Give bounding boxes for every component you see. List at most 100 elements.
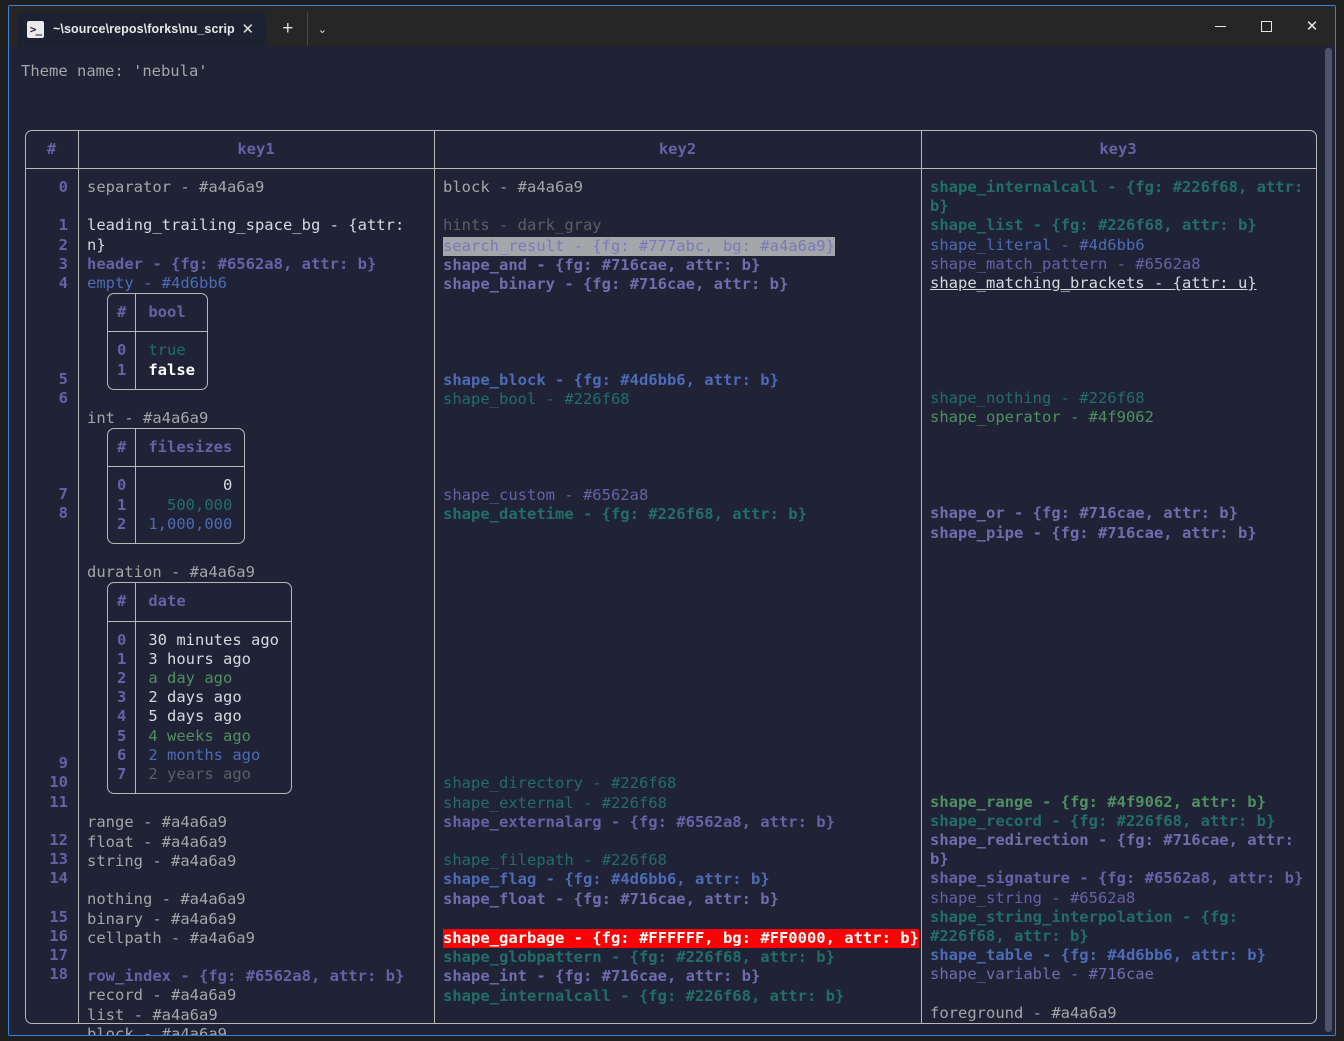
- theme-table: # key1 key2 key3 0 1234 56 78 9 10 11 12 13…: [25, 130, 1317, 1035]
- table-row: 30 minutes ago: [148, 630, 279, 649]
- key1-tail-line-0: range - #a4a6a9: [87, 813, 227, 832]
- key2-line-37: shape_float - {fg: #716cae, attr: b}: [443, 889, 779, 908]
- nested-header-index: #: [108, 583, 137, 621]
- key2-line-25: [443, 659, 919, 678]
- table-row-index: 4: [117, 707, 127, 726]
- key1-int-line: int - #a4a6a9: [87, 409, 209, 428]
- row-index-15: 15: [49, 907, 68, 926]
- key3-line-5: [930, 293, 1315, 312]
- key3-line-18: [930, 543, 1315, 562]
- table-column-divider-1: [78, 130, 79, 1024]
- key2-line-8: [443, 333, 919, 352]
- key3-line-8: [930, 351, 1315, 370]
- key1-line-4: empty - #4d6bb6: [87, 274, 227, 293]
- date-table-header: # date: [108, 583, 291, 622]
- key3-line-12: [930, 428, 1315, 447]
- key1-line-3: header - {fg: #6562a8, attr: b}: [87, 254, 377, 273]
- row-index-blank: [25, 428, 68, 447]
- table-row: true: [148, 341, 186, 360]
- table-row-index: 6: [117, 745, 127, 764]
- row-index-blank: [25, 408, 68, 427]
- key2-line-3: search_result - {fg: #777abc, bg: #a4a6a…: [443, 236, 835, 256]
- key1-tail-line-4: nothing - #a4a6a9: [87, 890, 246, 909]
- key2-line-17: shape_datetime - {fg: #226f68, attr: b}: [443, 505, 807, 524]
- key3-line-29: [930, 754, 1315, 773]
- key3-line-20: [930, 581, 1315, 600]
- key1-tail-line-5: binary - #a4a6a9: [87, 909, 237, 928]
- nested-index-cells: 012: [108, 467, 137, 544]
- key1-line-1: [87, 197, 431, 216]
- key2-line-40: shape_globpattern - {fg: #226f68, attr: …: [443, 948, 835, 967]
- key2-line-15: [443, 467, 919, 486]
- row-index-blank: [25, 658, 68, 677]
- bool-table-header: # bool: [108, 294, 208, 333]
- key3-line-21: [930, 600, 1315, 619]
- row-index-0: 0: [58, 178, 68, 196]
- window-controls: ✕: [1197, 6, 1335, 46]
- minimize-button[interactable]: [1197, 6, 1243, 46]
- key3-line-33: shape_redirection - {fg: #716cae, attr: …: [930, 830, 1294, 869]
- terminal-window: >_ ~\source\repos\forks\nu_scrip ✕ + ⌄ ✕…: [8, 5, 1336, 1036]
- key3-line-6: [930, 312, 1315, 331]
- key2-line-5: shape_binary - {fg: #716cae, attr: b}: [443, 275, 789, 294]
- row-index-blank: [25, 466, 68, 485]
- close-window-button[interactable]: ✕: [1289, 6, 1335, 46]
- key3-line-24: [930, 658, 1315, 677]
- key3-line-10: shape_nothing - #226f68: [930, 389, 1145, 408]
- table-row: 5 days ago: [148, 707, 242, 726]
- scrollbar-thumb[interactable]: [1325, 48, 1332, 1032]
- row-index-blank: [25, 889, 68, 908]
- key3-line-1: shape_list - {fg: #226f68, attr: b}: [930, 216, 1257, 235]
- scrollbar[interactable]: [1324, 46, 1334, 1035]
- key2-column: block - #a4a6a9 hints - dark_gray search_…: [443, 178, 919, 1006]
- row-index-blank: [25, 696, 68, 715]
- theme-name-line: Theme name: 'nebula': [21, 62, 208, 80]
- nested-header-index: #: [108, 294, 137, 332]
- row-index-blank: [25, 620, 68, 639]
- table-row-index: 7: [117, 765, 127, 784]
- table-row: 2 years ago: [148, 765, 251, 784]
- bool-table-body: 0 1 true false: [108, 332, 207, 389]
- chevron-down-icon[interactable]: ⌄: [306, 12, 337, 46]
- maximize-button[interactable]: [1243, 6, 1289, 46]
- terminal-content[interactable]: Theme name: 'nebula' # key1 key2 key3 0 …: [9, 46, 1335, 1035]
- key2-line-33: shape_externalarg - {fg: #6562a8, attr: …: [443, 812, 835, 831]
- key3-line-13: [930, 447, 1315, 466]
- filesizes-table-header: # filesizes: [108, 429, 245, 468]
- key3-line-17: shape_pipe - {fg: #716cae, attr: b}: [930, 523, 1257, 542]
- key3-line-25: [930, 677, 1315, 696]
- key2-line-4: shape_and - {fg: #716cae, attr: b}: [443, 255, 761, 274]
- key2-line-23: [443, 621, 919, 640]
- key2-line-35: shape_filepath - #226f68: [443, 851, 667, 870]
- key3-line-11: shape_operator - #4f9062: [930, 408, 1154, 427]
- row-index-blank: [25, 677, 68, 696]
- column-header-key3: key3: [1099, 140, 1137, 158]
- close-tab-icon[interactable]: ✕: [235, 16, 261, 42]
- new-tab-button[interactable]: +: [271, 12, 305, 46]
- row-index-blank: [25, 716, 68, 735]
- table-row: false: [148, 360, 196, 379]
- key2-line-9: [443, 352, 919, 371]
- key2-line-29: [443, 736, 919, 755]
- nested-header-value: filesizes: [148, 438, 233, 457]
- row-index-7: 7: [58, 485, 68, 504]
- key3-line-14: [930, 466, 1315, 485]
- key1-tail-line-2: string - #a4a6a9: [87, 851, 237, 870]
- key3-line-36: shape_string_interpolation - {fg: #226f6…: [930, 907, 1238, 945]
- key3-line-3: shape_match_pattern - #6562a8: [930, 254, 1201, 273]
- key3-line-0: shape_internalcall - {fg: #226f68, attr:…: [930, 178, 1304, 216]
- key2-line-18: [443, 525, 919, 544]
- titlebar: >_ ~\source\repos\forks\nu_scrip ✕ + ⌄ ✕: [9, 6, 1335, 46]
- key1-line-2: leading_trailing_space_bg - {attr: n}: [87, 216, 414, 254]
- row-index-blank: [25, 562, 68, 581]
- key3-line-7: [930, 332, 1315, 351]
- key2-line-38: [443, 909, 919, 928]
- key1-tail-line-9: record - #a4a6a9: [87, 986, 237, 1005]
- row-index-blank: [25, 447, 68, 466]
- key3-line-34: shape_signature - {fg: #6562a8, attr: b}: [930, 869, 1304, 888]
- key3-line-38: shape_variable - #716cae: [930, 965, 1154, 984]
- row-index-12: 12: [49, 830, 68, 849]
- tab-active[interactable]: >_ ~\source\repos\forks\nu_scrip ✕: [17, 12, 267, 46]
- row-index-13: 13: [49, 850, 68, 869]
